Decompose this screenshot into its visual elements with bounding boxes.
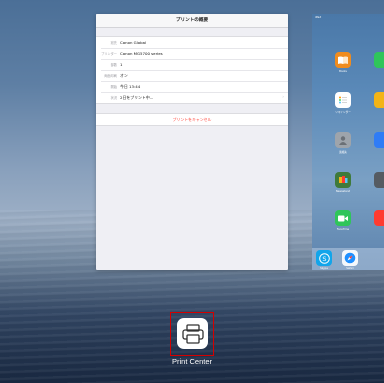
printer-icon bbox=[177, 318, 208, 349]
print-center-switcher-icon[interactable] bbox=[170, 312, 214, 356]
svg-text:S: S bbox=[322, 254, 326, 262]
facetime-icon[interactable] bbox=[335, 210, 351, 226]
app-label: 連絡先 bbox=[339, 151, 347, 154]
app-label: Books bbox=[339, 70, 347, 73]
row-status[interactable]: 状況 2日をプリント中... › bbox=[96, 92, 288, 103]
dark-app-icon[interactable] bbox=[374, 172, 384, 188]
blue-app-icon[interactable] bbox=[374, 132, 384, 148]
cancel-printing-button[interactable]: プリントをキャンセル bbox=[96, 113, 288, 126]
green-app-icon[interactable] bbox=[374, 52, 384, 68]
row-printer: プリンター Canon MG5700 series bbox=[96, 48, 288, 59]
red-app-icon[interactable] bbox=[374, 210, 384, 226]
nav-title: プリントの概要 bbox=[96, 14, 288, 28]
app-label: FaceTime bbox=[336, 228, 350, 231]
print-summary-list: 宛先 Canon Global プリンター Canon MG5700 serie… bbox=[96, 36, 288, 104]
row-label: 両面印刷 bbox=[104, 74, 117, 78]
row-value: オン bbox=[120, 72, 128, 78]
row-duplex: 両面印刷 オン bbox=[96, 70, 288, 81]
app-label: Newsstand bbox=[335, 190, 351, 193]
newsstand-icon[interactable] bbox=[335, 172, 351, 188]
row-label: 開始 bbox=[110, 85, 117, 89]
row-started: 開始 今日 13:44 bbox=[96, 81, 288, 92]
yellow-app-icon[interactable] bbox=[374, 92, 384, 108]
skype-icon[interactable]: S bbox=[316, 250, 332, 266]
row-value: 1 bbox=[120, 62, 123, 67]
home-screen-card[interactable]: iPad Books リマインダー 連絡先 Newsstand FaceTime… bbox=[312, 14, 384, 270]
row-label: プリンター bbox=[101, 52, 117, 56]
row-value: Canon Global bbox=[120, 40, 147, 45]
app-label: リマインダー bbox=[335, 111, 351, 114]
book-icon[interactable] bbox=[335, 52, 351, 68]
app-label: Safari bbox=[346, 267, 354, 270]
row-value: 今日 13:44 bbox=[120, 83, 141, 89]
row-label: 状況 bbox=[110, 96, 117, 100]
row-value: 2日をプリント中... bbox=[120, 94, 154, 100]
print-center-app-card[interactable]: プリントの概要 宛先 Canon Global プリンター Canon MG57… bbox=[96, 14, 288, 270]
app-name-label: Print Center bbox=[171, 357, 213, 366]
row-label: 部数 bbox=[110, 63, 117, 67]
row-copies: 部数 1 bbox=[96, 59, 288, 70]
row-label: 宛先 bbox=[110, 41, 117, 45]
contacts-icon[interactable] bbox=[335, 132, 351, 148]
safari-icon[interactable] bbox=[342, 250, 358, 266]
chevron-right-icon: › bbox=[282, 95, 284, 100]
reminders-icon[interactable] bbox=[335, 92, 351, 108]
row-value: Canon MG5700 series bbox=[120, 51, 163, 56]
carrier-label: iPad bbox=[315, 15, 322, 19]
row-destination: 宛先 Canon Global bbox=[96, 37, 288, 48]
app-label: Skype bbox=[320, 267, 328, 270]
